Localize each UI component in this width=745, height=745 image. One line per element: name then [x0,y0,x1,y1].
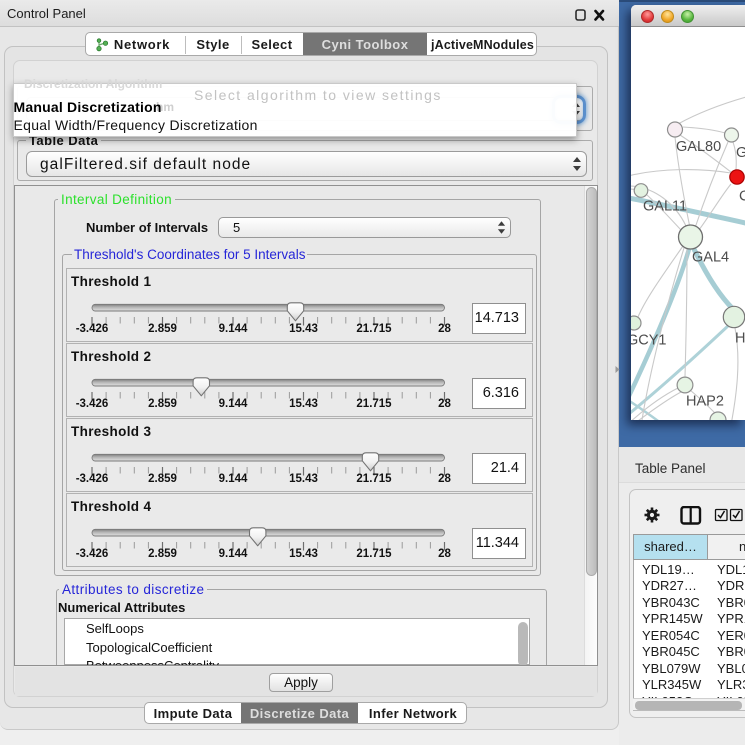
svg-text:2.859: 2.859 [148,323,177,335]
svg-text:CB: CB [739,189,745,205]
svg-text:21.715: 21.715 [356,398,392,410]
svg-text:28: 28 [438,473,451,485]
svg-text:2.859: 2.859 [148,473,177,485]
svg-text:HAP2: HAP2 [686,394,724,410]
svg-text:9.144: 9.144 [219,398,248,410]
svg-text:21.715: 21.715 [356,473,392,485]
svg-text:GA: GA [736,145,745,161]
svg-text:-3.426: -3.426 [76,323,109,335]
svg-text:15.43: 15.43 [289,323,318,335]
svg-text:28: 28 [438,398,451,410]
svg-text:-3.426: -3.426 [76,398,109,410]
svg-text:2.859: 2.859 [148,548,177,560]
svg-text:28: 28 [438,548,451,560]
svg-text:21.715: 21.715 [356,323,392,335]
svg-text:21.715: 21.715 [356,548,392,560]
svg-text:-3.426: -3.426 [76,548,109,560]
svg-text:9.144: 9.144 [219,473,248,485]
svg-text:9.144: 9.144 [219,323,248,335]
svg-text:HI: HI [735,331,745,347]
svg-text:GAL4: GAL4 [692,250,729,266]
svg-text:15.43: 15.43 [289,473,318,485]
svg-text:-3.426: -3.426 [76,473,109,485]
svg-text:15.43: 15.43 [289,548,318,560]
svg-text:GCY1: GCY1 [631,333,667,349]
svg-text:15.43: 15.43 [289,398,318,410]
svg-text:28: 28 [438,323,451,335]
svg-text:2.859: 2.859 [148,398,177,410]
svg-text:GAL80: GAL80 [676,139,721,155]
svg-text:9.144: 9.144 [219,548,248,560]
svg-text:GAL11: GAL11 [643,199,687,215]
